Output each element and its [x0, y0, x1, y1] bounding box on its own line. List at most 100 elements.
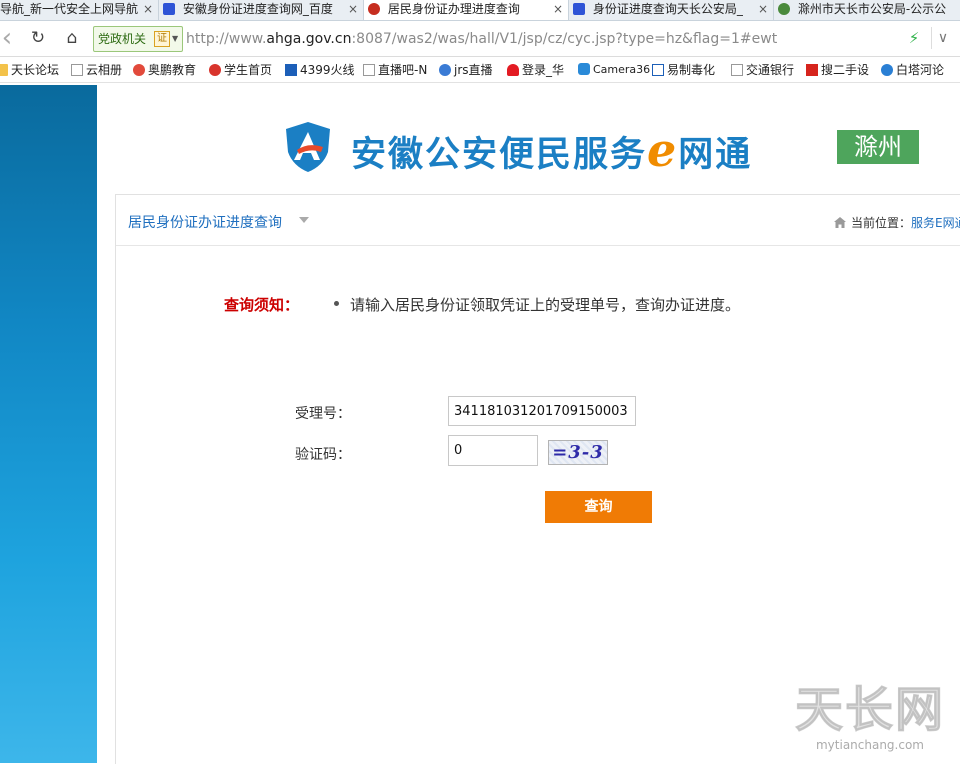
caret-down-icon[interactable]: [299, 217, 309, 223]
tab-title: 导航_新一代安全上网导航: [0, 2, 139, 16]
bookmark-label: jrs直播: [454, 63, 493, 77]
baidu-paw-icon: [163, 3, 175, 15]
site-header: 安徽公安便民服务e网通 滁州: [97, 85, 960, 195]
aopeng-logo-icon: [133, 64, 145, 76]
browser-mode-selector[interactable]: 党政机关 证 ▼: [93, 26, 183, 52]
back-icon[interactable]: ‹: [0, 25, 18, 51]
accept-number-input[interactable]: [448, 396, 636, 426]
sou-logo-icon: [806, 64, 818, 76]
baidu-paw-icon: [573, 3, 585, 15]
sbs-logo-icon: [652, 64, 664, 76]
breadcrumb-label: 当前位置：: [851, 216, 912, 230]
home-icon: [834, 217, 846, 228]
bookmark-label: Camera36: [593, 63, 651, 76]
bookmark-label: 搜二手设: [821, 63, 870, 77]
globe-icon: [778, 3, 790, 15]
tab-tianchang-police[interactable]: 身份证进度查询天长公安局_ ×: [569, 0, 774, 20]
home-icon[interactable]: ⌂: [61, 27, 83, 49]
bookmark-label: 云相册: [86, 63, 123, 77]
bookmark-label: 4399火线: [300, 63, 355, 77]
tab-chuzhou-police[interactable]: 滁州市天长市公安局-公示公: [774, 0, 960, 20]
site-title: 安徽公安便民服务e网通: [351, 123, 752, 177]
site-title-e: e: [647, 123, 679, 177]
bookmark-item[interactable]: 直播吧-N: [363, 62, 427, 78]
bookmarks-bar: 天长论坛 云相册 奥鹏教育 学生首页 4399火线 直播吧-N jrs直播 登录…: [0, 57, 960, 83]
student-logo-icon: [209, 64, 221, 76]
camera-logo-icon: [578, 63, 590, 75]
game-logo-icon: [285, 64, 297, 76]
bookmark-item[interactable]: 白塔河论: [881, 62, 944, 78]
notice-text: 请输入居民身份证领取凭证上的受理单号，查询办证进度。: [350, 296, 741, 314]
bullet-icon: [334, 301, 339, 306]
address-bar: ‹ ↻ ⌂ 党政机关 证 ▼ http://www.ahga.gov.cn:80…: [0, 21, 960, 57]
tab-title: 身份证进度查询天长公安局_: [592, 2, 743, 16]
bookmark-label: 直播吧-N: [378, 63, 428, 77]
folder-icon: [0, 64, 8, 76]
tab-baidu-search[interactable]: 安徽身份证进度查询网_百度 ×: [159, 0, 364, 20]
site-title-part2: 网通: [678, 135, 753, 175]
bookmark-item[interactable]: 4399火线: [285, 62, 355, 78]
huawei-logo-icon: [507, 64, 519, 76]
page-icon: [363, 64, 375, 76]
lightning-icon[interactable]: ⚡: [903, 27, 925, 49]
certificate-icon[interactable]: 证: [154, 31, 170, 47]
bookmark-label: 登录_华: [522, 63, 565, 77]
close-icon[interactable]: ×: [758, 0, 768, 19]
bookmark-item[interactable]: 云相册: [71, 62, 122, 78]
bookmark-item[interactable]: 天长论坛: [0, 62, 59, 78]
captcha-input[interactable]: [448, 435, 538, 466]
city-badge: 滁州: [837, 130, 919, 164]
bookmark-label: 白塔河论: [896, 63, 945, 77]
url-path: :8087/was2/was/hall/V1/jsp/cz/cyc.jsp?ty…: [351, 31, 778, 47]
caret-down-icon: ▼: [172, 34, 179, 43]
left-decorative-bar: [0, 85, 97, 763]
police-shield-logo-icon: [286, 122, 330, 172]
query-panel: 居民身份证办证进度查询 当前位置：服务E网通 查询须知： 请输入居民身份证领取凭…: [115, 194, 960, 764]
panel-title[interactable]: 居民身份证办证进度查询: [128, 212, 282, 232]
bookmark-label: 易制毒化: [667, 63, 716, 77]
query-button[interactable]: 查询: [545, 491, 652, 523]
breadcrumb: 当前位置：服务E网通: [834, 214, 960, 231]
page-icon: [71, 64, 83, 76]
url-host: ahga.gov.cn: [266, 31, 352, 47]
jrs-logo-icon: [439, 64, 451, 76]
captcha-image[interactable]: =3-3: [548, 440, 608, 465]
breadcrumb-link[interactable]: 服务E网通: [911, 216, 960, 230]
tab-title: 居民身份证办理进度查询: [387, 2, 520, 16]
tab-title: 滁州市天长市公安局-公示公: [797, 2, 947, 16]
bookmark-item[interactable]: Camera36: [578, 62, 650, 78]
bookmark-item[interactable]: 奥鹏教育: [133, 62, 196, 78]
captcha-label: 验证码：: [295, 447, 351, 463]
accept-number-label: 受理号：: [295, 406, 351, 422]
bookmark-item[interactable]: 易制毒化: [652, 62, 715, 78]
bookmark-label: 学生首页: [224, 63, 273, 77]
url-field[interactable]: http://www.ahga.gov.cn:8087/was2/was/hal…: [186, 31, 777, 47]
tab-id-progress-active[interactable]: 居民身份证办理进度查询 ×: [364, 0, 569, 20]
watermark-main: 天长网: [794, 682, 945, 739]
site-watermark: 天长网 mytianchang.com: [780, 682, 960, 763]
reload-icon[interactable]: ↻: [27, 27, 49, 49]
chevron-down-icon[interactable]: ∨: [931, 27, 954, 49]
url-prefix: http://www.: [186, 31, 267, 47]
close-icon[interactable]: ×: [143, 0, 153, 19]
mode-label: 党政机关: [98, 32, 147, 46]
panel-header: 居民身份证办证进度查询 当前位置：服务E网通: [116, 195, 960, 246]
bookmark-label: 交通银行: [746, 63, 795, 77]
bookmark-item[interactable]: 学生首页: [209, 62, 272, 78]
tab-nav-home[interactable]: 导航_新一代安全上网导航 ×: [0, 0, 159, 20]
bookmark-item[interactable]: jrs直播: [439, 62, 493, 78]
site-title-part1: 安徽公安便民服务: [351, 135, 648, 175]
ie-logo-icon: [881, 64, 893, 76]
bookmark-label: 奥鹏教育: [148, 63, 197, 77]
close-icon[interactable]: ×: [348, 0, 358, 19]
notice-label: 查询须知：: [224, 296, 300, 314]
bookmark-label: 天长论坛: [11, 63, 60, 77]
page-icon: [731, 64, 743, 76]
bookmark-item[interactable]: 搜二手设: [806, 62, 869, 78]
tab-bar: 导航_新一代安全上网导航 × 安徽身份证进度查询网_百度 × 居民身份证办理进度…: [0, 0, 960, 21]
close-icon[interactable]: ×: [553, 0, 563, 19]
bookmark-item[interactable]: 登录_华: [507, 62, 564, 78]
watermark-sub: mytianchang.com: [815, 738, 924, 752]
police-badge-icon: [368, 3, 380, 15]
bookmark-item[interactable]: 交通银行: [731, 62, 794, 78]
